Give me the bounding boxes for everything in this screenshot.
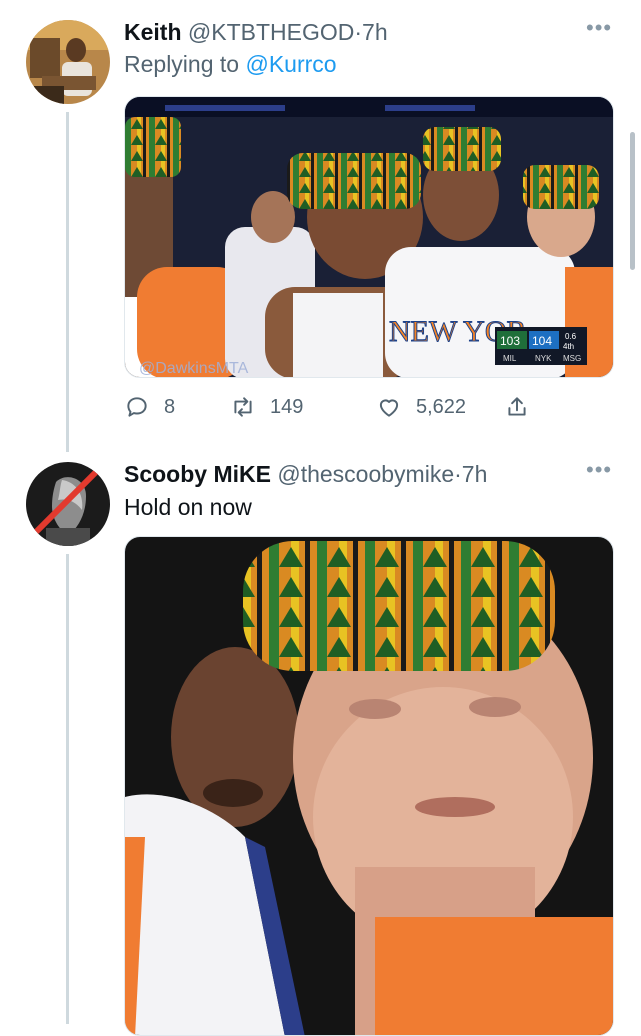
svg-text:MSG: MSG <box>563 354 581 363</box>
more-icon[interactable]: ••• <box>586 17 612 39</box>
retweet-count: 149 <box>270 395 304 418</box>
display-name-2[interactable]: Scooby MiKE <box>124 461 271 487</box>
like-icon <box>379 399 399 417</box>
handle-2[interactable]: @thescoobymike <box>277 461 454 487</box>
mention-link[interactable]: @Kurrco <box>245 51 336 77</box>
separator-dot: · <box>354 19 363 45</box>
like-count: 5,622 <box>416 395 467 418</box>
timestamp[interactable]: 7h <box>362 19 388 45</box>
replying-prefix: Replying to <box>124 51 240 77</box>
retweet-icon <box>234 397 252 417</box>
scrollbar[interactable] <box>630 132 635 270</box>
thread-line <box>66 112 69 452</box>
tweet-actions: 8 149 5,622 <box>124 392 614 422</box>
like-button[interactable]: 5,622 <box>376 392 466 422</box>
svg-text:103: 103 <box>500 334 520 348</box>
avatar-scoobymike[interactable] <box>26 462 110 546</box>
tweet-header: Keith @KTBTHEGOD·7h <box>124 18 388 46</box>
svg-text:MIL: MIL <box>503 354 517 363</box>
more-icon-2[interactable]: ••• <box>586 459 612 481</box>
media-photo-2 <box>125 537 613 1035</box>
handle[interactable]: @KTBTHEGOD <box>188 19 354 45</box>
reply-button[interactable]: 8 <box>124 392 175 422</box>
thread-line-2 <box>66 554 69 1024</box>
share-icon <box>508 397 526 416</box>
tweet-media-image[interactable]: NEW YOR 103 104 0.6 4th MIL NYK MSG @Daw… <box>124 96 614 378</box>
tweet-media-image-2[interactable] <box>124 536 614 1036</box>
svg-text:4th: 4th <box>563 342 574 351</box>
display-name[interactable]: Keith <box>124 19 182 45</box>
media-photo: NEW YOR 103 104 0.6 4th MIL NYK MSG @Daw… <box>125 97 613 377</box>
avatar-keith[interactable] <box>26 20 110 104</box>
replying-to: Replying to @Kurrco <box>124 50 337 78</box>
svg-text:NYK: NYK <box>535 354 552 363</box>
svg-text:0.6: 0.6 <box>565 332 577 341</box>
share-button[interactable] <box>504 392 544 422</box>
watermark: @DawkinsMTA <box>139 360 249 377</box>
separator-dot-2: · <box>454 461 462 487</box>
tweet-header-2: Scooby MiKE @thescoobymike·7h <box>124 460 487 488</box>
tweet-text: Hold on now <box>124 494 252 520</box>
timestamp-2[interactable]: 7h <box>462 461 488 487</box>
reply-icon <box>127 397 147 417</box>
reply-count: 8 <box>164 395 176 418</box>
svg-text:104: 104 <box>532 334 552 348</box>
scorebug: 103 104 0.6 4th MIL NYK MSG <box>495 327 587 365</box>
retweet-button[interactable]: 149 <box>230 392 303 422</box>
